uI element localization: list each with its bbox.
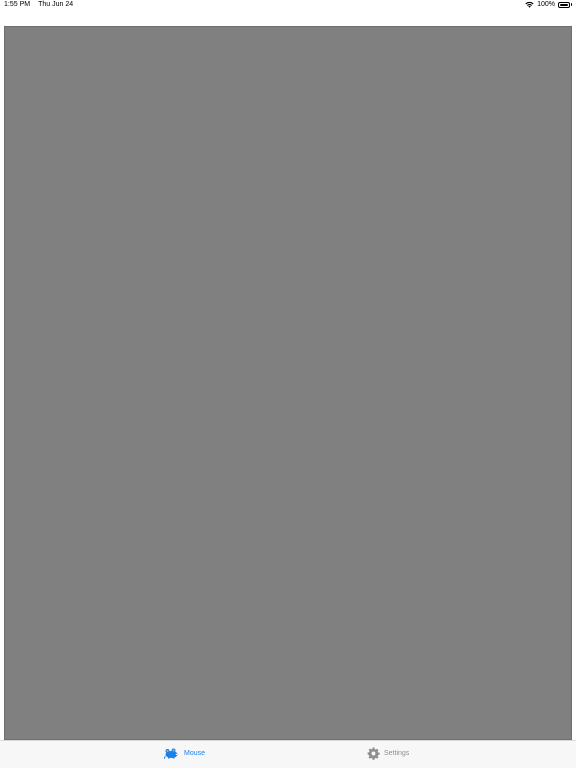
mouse-trackpad-area[interactable]: [4, 26, 572, 740]
tab-mouse[interactable]: Mouse: [164, 747, 205, 759]
tab-settings[interactable]: Settings: [367, 747, 409, 760]
battery-fill: [560, 3, 568, 6]
status-left: 1:55 PM Thu Jun 24: [4, 1, 73, 8]
battery-body: [558, 1, 570, 8]
status-right: 100%: [525, 1, 572, 8]
status-time: 1:55 PM: [4, 1, 31, 8]
gear-icon: [367, 747, 380, 760]
battery-percent: 100%: [537, 1, 555, 8]
battery-icon: [558, 1, 572, 8]
wifi-icon: [525, 1, 534, 8]
tab-settings-label: Settings: [384, 750, 410, 757]
battery-tip: [571, 3, 572, 6]
tab-mouse-label: Mouse: [184, 749, 206, 757]
status-date: Thu Jun 24: [38, 1, 74, 8]
tab-bar: Mouse Settings: [0, 740, 576, 768]
status-bar: 1:55 PM Thu Jun 24 100%: [0, 0, 576, 12]
mouse-icon: [164, 747, 180, 759]
app-screen: 1:55 PM Thu Jun 24 100% Mouse Settings: [0, 0, 576, 768]
